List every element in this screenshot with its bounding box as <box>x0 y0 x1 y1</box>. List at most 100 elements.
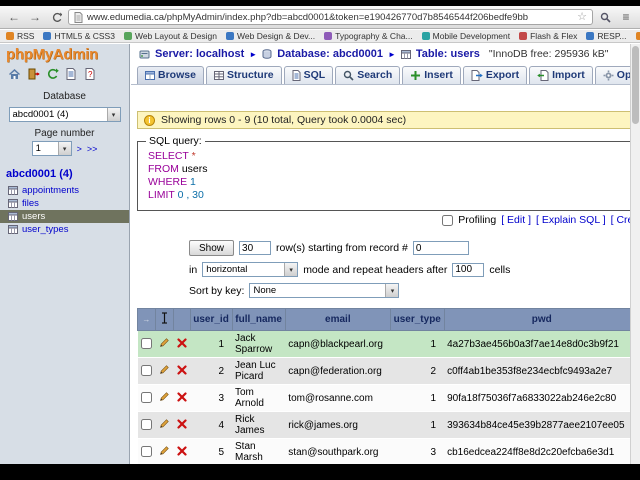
tab-insert[interactable]: Insert <box>402 66 461 84</box>
database-label: Database <box>43 91 86 102</box>
delete-icon[interactable] <box>176 418 187 429</box>
tab-sql[interactable]: SQL <box>283 66 334 84</box>
edit-query-link[interactable]: [ Edit ] <box>501 214 531 226</box>
row-checkbox[interactable] <box>140 338 152 350</box>
sql-window-icon[interactable] <box>64 67 78 81</box>
bookmark-item[interactable]: Web Design & Dev... <box>226 31 315 41</box>
edit-icon[interactable] <box>159 391 170 402</box>
url-bar[interactable]: www.edumedia.ca/phpMyAdmin/index.php?db=… <box>68 9 593 25</box>
back-button[interactable]: ← <box>5 9 23 26</box>
delete-icon[interactable] <box>176 364 187 375</box>
explain-sql-link[interactable]: [ Explain SQL ] <box>536 214 606 226</box>
column-header-email[interactable]: email <box>284 308 391 331</box>
repeat-headers-input[interactable] <box>452 262 485 277</box>
start-record-input[interactable] <box>412 241 469 255</box>
refresh-icon[interactable] <box>45 67 59 81</box>
tab-structure[interactable]: Structure <box>205 66 282 84</box>
column-header-full-name[interactable]: full_name <box>231 308 286 331</box>
row-checkbox[interactable] <box>140 419 152 431</box>
sidebar-table-list: appointments files users user_types <box>0 184 129 236</box>
tab-bar: Browse Structure SQL Search Insert Expor… <box>131 60 640 85</box>
browser-window: ← → www.edumedia.ca/phpMyAdmin/index.php… <box>0 6 640 464</box>
column-header-user-id[interactable]: user_id <box>189 308 233 331</box>
profiling-checkbox[interactable] <box>442 214 454 226</box>
row-checkbox[interactable] <box>140 365 152 377</box>
mode-select[interactable]: horizontal ▾ <box>202 262 299 277</box>
bookmark-item[interactable]: RSS <box>6 31 34 41</box>
bookmark-star-icon[interactable]: ☆ <box>577 11 587 23</box>
menu-button[interactable]: ≡ <box>617 9 635 26</box>
sidebar-item-user-types[interactable]: user_types <box>0 223 129 236</box>
results-table: → user_id full_name email user_type pwd <box>137 308 640 464</box>
profiling-label: Profiling <box>458 214 497 226</box>
cell-pwd: 90fa18f75036f7a6833022ab246e2c80 <box>444 384 640 412</box>
cell-full-name: Jean Luc Picard <box>232 357 286 385</box>
home-icon[interactable] <box>7 67 21 81</box>
url-text[interactable]: www.edumedia.ca/phpMyAdmin/index.php?db=… <box>87 12 573 23</box>
row-checkbox[interactable] <box>140 392 152 404</box>
column-header-user-type[interactable]: user_type <box>389 308 445 331</box>
edit-icon[interactable] <box>159 418 170 429</box>
bookmark-item[interactable]: Mobile Development <box>421 31 510 41</box>
page-last-link[interactable]: >> <box>87 144 98 154</box>
tab-import[interactable]: Import <box>529 66 593 84</box>
chevron-down-icon: ▾ <box>284 263 298 276</box>
table-header-row: → user_id full_name email user_type pwd <box>137 308 640 331</box>
reload-button[interactable] <box>47 9 65 26</box>
bookmark-item[interactable]: Typography & Cha... <box>324 31 413 41</box>
database-select[interactable]: abcd0001 (4) ▾ <box>8 107 121 122</box>
bookmark-label: HTML5 & CSS3 <box>54 31 115 41</box>
bookmark-item[interactable]: Web Layout & Design <box>123 31 217 41</box>
cell-pwd: 4a27b3ae456b0a3f7ae14e8d0c3b9f21 <box>444 330 640 358</box>
sidebar-item-users[interactable]: users <box>0 210 129 223</box>
table-icon <box>400 49 411 59</box>
sidebar-database-link[interactable]: abcd0001 (4) <box>6 168 129 180</box>
screen: ← → www.edumedia.ca/phpMyAdmin/index.php… <box>0 0 640 480</box>
docs-icon[interactable]: ? <box>83 67 97 81</box>
bookmark-item[interactable]: RESP... <box>586 31 627 41</box>
bookmark-item[interactable]: HTML5 & CSS3 <box>43 31 115 41</box>
edit-icon[interactable] <box>159 445 170 456</box>
delete-icon[interactable] <box>176 445 187 456</box>
logout-icon[interactable] <box>26 67 40 81</box>
table-icon <box>8 199 18 208</box>
table-icon <box>8 212 18 221</box>
scrollbar-thumb[interactable] <box>632 46 639 124</box>
cell-full-name: Rick James <box>232 411 286 439</box>
tab-browse[interactable]: Browse <box>137 66 204 84</box>
svg-text:?: ? <box>88 70 93 79</box>
sidebar-item-files[interactable]: files <box>0 197 129 210</box>
tab-search[interactable]: Search <box>335 66 401 84</box>
breadcrumb-database[interactable]: Database: abcd0001 <box>277 48 383 60</box>
bookmark-item[interactable]: Flash & Flex <box>519 31 577 41</box>
sort-key-select[interactable]: None ▾ <box>249 283 400 298</box>
table-row: 2 Jean Luc Picard capn@federation.org 2 … <box>137 357 640 385</box>
column-header-pwd[interactable]: pwd <box>443 308 640 331</box>
database-icon <box>262 48 272 59</box>
edit-icon[interactable] <box>159 337 170 348</box>
row-checkbox[interactable] <box>140 446 152 458</box>
page-next-link[interactable]: > <box>77 144 82 154</box>
search-button[interactable] <box>596 9 614 26</box>
page-number-select[interactable]: 1 ▾ <box>31 141 72 156</box>
show-button[interactable]: Show <box>189 240 235 256</box>
breadcrumb-table[interactable]: Table: users <box>416 48 480 60</box>
bookmark-favicon <box>635 32 640 40</box>
tab-export[interactable]: Export <box>462 66 528 84</box>
bookmark-favicon <box>586 32 595 40</box>
num-rows-input[interactable] <box>239 241 272 255</box>
sidebar-item-appointments[interactable]: appointments <box>0 184 129 197</box>
sidebar-icon-row: ? <box>0 63 129 83</box>
cell-email: tom@rosanne.com <box>285 384 391 412</box>
bookmarks-bar: RSS HTML5 & CSS3 Web Layout & Design Web… <box>0 30 640 43</box>
edit-icon[interactable] <box>159 364 170 375</box>
forward-button[interactable]: → <box>26 9 44 26</box>
delete-icon[interactable] <box>176 391 187 402</box>
delete-icon[interactable] <box>176 337 187 348</box>
cell-pwd: c0ff4ab1be353f8e234ecbfc9493a2e7 <box>444 357 640 385</box>
bookmark-favicon <box>324 32 333 40</box>
breadcrumb-server[interactable]: Server: localhost <box>155 48 244 60</box>
bookmark-item[interactable]: Flash Databa... <box>635 31 640 41</box>
row-options-arrow-icon[interactable]: → <box>142 315 150 324</box>
browser-scrollbar[interactable] <box>630 44 640 464</box>
